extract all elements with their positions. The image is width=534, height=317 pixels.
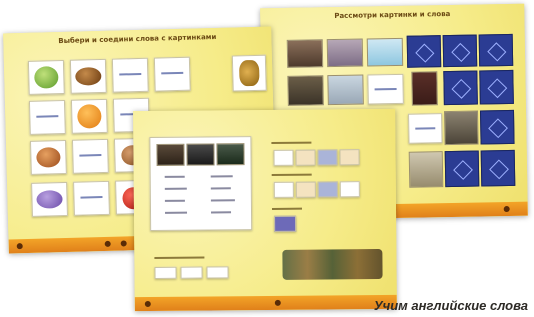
- caption-text: Учим английские слова: [373, 298, 528, 313]
- option-card[interactable]: [295, 149, 316, 166]
- answer-slot[interactable]: [154, 266, 177, 279]
- nav-button[interactable]: [144, 301, 151, 308]
- option-card[interactable]: [317, 181, 338, 198]
- word-line[interactable]: [164, 187, 187, 190]
- option-card[interactable]: [273, 149, 294, 166]
- word-card[interactable]: [408, 113, 443, 144]
- nav-button[interactable]: [104, 240, 111, 247]
- picture-card[interactable]: [326, 38, 364, 68]
- section-label: [271, 207, 302, 210]
- option-card[interactable]: [339, 181, 360, 198]
- hidden-card[interactable]: [479, 109, 515, 145]
- word-card[interactable]: [73, 180, 110, 216]
- word-line[interactable]: [165, 211, 188, 214]
- word-line[interactable]: [210, 175, 233, 178]
- picture-card[interactable]: [287, 75, 324, 106]
- screenshot-word-builder: [133, 108, 397, 312]
- option-card[interactable]: [295, 181, 316, 198]
- option-card[interactable]: [273, 181, 294, 198]
- hidden-card[interactable]: [443, 70, 478, 106]
- picture-card[interactable]: [27, 59, 65, 95]
- nav-button[interactable]: [274, 299, 281, 306]
- picture-card[interactable]: [28, 99, 66, 135]
- picture-card[interactable]: [327, 74, 364, 106]
- hidden-card[interactable]: [442, 34, 478, 68]
- word-line[interactable]: [210, 199, 235, 202]
- word-card[interactable]: [367, 73, 404, 105]
- nav-button[interactable]: [120, 240, 127, 247]
- word-line[interactable]: [164, 199, 185, 202]
- picture-card[interactable]: [69, 58, 107, 94]
- hidden-card[interactable]: [480, 149, 516, 187]
- word-list-panel: [149, 136, 253, 232]
- picture-card[interactable]: [443, 110, 479, 146]
- section-label: [271, 173, 312, 176]
- word-card[interactable]: [153, 56, 191, 92]
- nav-button[interactable]: [503, 205, 510, 213]
- picture-card[interactable]: [70, 98, 108, 134]
- answer-slot[interactable]: [206, 266, 229, 279]
- option-card[interactable]: [339, 149, 360, 166]
- picture-card[interactable]: [411, 71, 438, 106]
- picture-card[interactable]: [408, 151, 444, 188]
- screen-title: Рассмотри картинки и слова: [334, 10, 451, 21]
- picture-card[interactable]: [29, 139, 67, 175]
- word-card[interactable]: [71, 138, 109, 174]
- section-label: [271, 141, 312, 144]
- picture-card[interactable]: [31, 181, 68, 217]
- hidden-card[interactable]: [478, 33, 514, 67]
- screen-title: Выбери и соедини слова с картинками: [58, 32, 217, 46]
- picture-card[interactable]: [366, 37, 404, 67]
- hidden-card[interactable]: [479, 69, 514, 105]
- section-label: [154, 256, 205, 259]
- answer-slot[interactable]: [180, 266, 203, 279]
- picture-card[interactable]: [216, 143, 245, 166]
- word-line[interactable]: [211, 211, 232, 214]
- picture-card[interactable]: [156, 143, 185, 166]
- word-line[interactable]: [164, 175, 185, 178]
- nav-button[interactable]: [16, 243, 23, 250]
- word-line[interactable]: [210, 187, 231, 190]
- option-card[interactable]: [274, 215, 297, 232]
- bottom-toolbar: [134, 294, 397, 312]
- picture-strip: [282, 248, 383, 280]
- option-card[interactable]: [317, 149, 338, 166]
- word-card[interactable]: [111, 57, 149, 93]
- hidden-card[interactable]: [444, 150, 480, 188]
- picture-card[interactable]: [186, 143, 215, 166]
- hidden-card[interactable]: [406, 35, 442, 68]
- picture-card[interactable]: [231, 54, 267, 92]
- picture-card[interactable]: [286, 39, 324, 68]
